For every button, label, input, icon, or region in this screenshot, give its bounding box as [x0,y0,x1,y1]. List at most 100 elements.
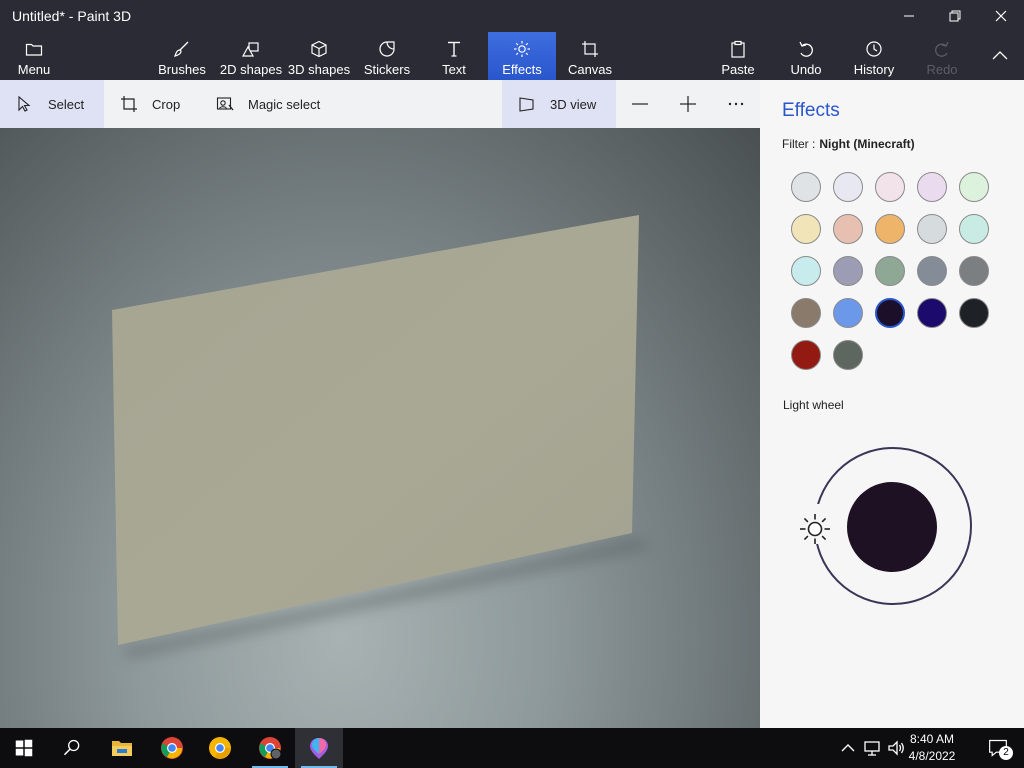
history-button[interactable]: History [846,32,902,80]
system-clock[interactable]: 8:40 AM 4/8/2022 [902,731,962,765]
menu-label: Menu [17,62,51,77]
magic-select-label: Magic select [248,96,321,112]
crop-tool[interactable]: Crop [104,80,194,128]
3d-view-label: 3D view [550,96,597,112]
3d-cube-icon [311,40,327,58]
undo-icon [799,41,813,57]
filter-swatch[interactable] [917,298,947,328]
chrome-button[interactable] [148,728,196,768]
redo-icon [935,41,949,57]
chrome-profile-button[interactable] [246,728,294,768]
windows-logo-icon [15,739,33,757]
filter-swatch[interactable] [917,172,947,202]
canvas-plane[interactable] [112,215,639,645]
brush-icon [174,41,189,57]
window-title: Untitled* - Paint 3D [12,8,132,24]
filter-swatch[interactable] [875,172,905,202]
chevron-up-icon [992,51,1008,60]
minimize-button[interactable] [889,4,929,28]
paste-button[interactable]: Paste [714,32,762,80]
filter-swatch-selected[interactable] [875,298,905,328]
brushes-button[interactable]: Brushes [154,32,210,80]
filter-swatch[interactable] [791,340,821,370]
canvas-icon [582,41,598,57]
3d-shapes-label: 3D shapes [287,62,351,77]
filter-swatch[interactable] [791,214,821,244]
brushes-label: Brushes [158,62,206,77]
effects-panel: Effects Filter : Night (Minecraft) Light … [760,80,1024,728]
filter-swatch[interactable] [959,298,989,328]
notification-count-badge: 2 [999,746,1013,760]
search-button[interactable] [48,728,96,768]
canvas-button[interactable]: Canvas [564,32,616,80]
magic-select-tool[interactable]: Magic select [200,80,340,128]
redo-button[interactable]: Redo [918,32,966,80]
more-dots-icon [728,102,744,106]
select-label: Select [48,96,85,112]
paste-label: Paste [721,62,755,77]
restore-button[interactable] [935,4,975,28]
chrome-canary-button[interactable] [196,728,244,768]
3d-canvas-viewport[interactable] [0,128,760,728]
select-tool[interactable]: Select [0,80,104,128]
folder-app-icon [112,741,132,756]
filter-swatch[interactable] [959,256,989,286]
light-handle-sun-icon[interactable] [798,512,832,546]
filter-swatch[interactable] [917,214,947,244]
2d-shapes-button[interactable]: 2D shapes [220,32,282,80]
history-clock-icon [866,41,882,57]
filter-swatch[interactable] [875,214,905,244]
filter-swatch[interactable] [875,256,905,286]
filter-swatch[interactable] [833,298,863,328]
sticker-icon [379,41,395,57]
filter-swatch[interactable] [959,214,989,244]
menu-button[interactable]: Menu [8,32,60,80]
3d-shapes-button[interactable]: 3D shapes [288,32,350,80]
filter-swatch[interactable] [833,256,863,286]
effects-label: Effects [502,62,542,77]
filter-swatch[interactable] [791,298,821,328]
more-options-button[interactable] [720,80,752,128]
close-button[interactable] [981,4,1021,28]
filter-swatch[interactable] [833,172,863,202]
filter-swatch[interactable] [833,340,863,370]
zoom-in-button[interactable] [672,80,704,128]
network-icon[interactable] [862,738,882,758]
stickers-label: Stickers [363,62,411,77]
notification-center-button[interactable]: 2 [976,728,1020,768]
paint3d-app-icon [310,738,328,759]
light-wheel-center [847,482,937,572]
plus-icon [680,96,696,112]
filter-swatch[interactable] [917,256,947,286]
folder-icon [25,43,43,56]
magic-select-icon [216,97,234,111]
paint3d-taskbar-button[interactable] [295,728,343,768]
3d-view-toggle[interactable]: 3D view [502,80,616,128]
file-explorer-button[interactable] [98,728,146,768]
undo-button[interactable]: Undo [782,32,830,80]
paint3d-window: Untitled* - Paint 3D Menu Brushes 2D sha… [0,0,1024,768]
chrome-icon [161,737,183,759]
text-label: Text [442,62,466,77]
chrome-canary-icon [209,737,231,759]
filter-swatch[interactable] [833,214,863,244]
effects-panel-title: Effects [782,100,840,121]
filter-swatch[interactable] [791,256,821,286]
collapse-ribbon-button[interactable] [980,44,1020,68]
close-icon [995,10,1007,22]
text-icon [448,41,460,57]
start-button[interactable] [0,728,48,768]
zoom-out-button[interactable] [624,80,656,128]
tool-bar: Select Crop Magic select 3D view [0,80,760,128]
history-label: History [853,62,895,77]
minus-icon [632,103,648,105]
filter-swatch[interactable] [791,172,821,202]
light-wheel-label: Light wheel [783,398,844,412]
2d-shapes-label: 2D shapes [219,62,283,77]
filter-swatch[interactable] [959,172,989,202]
show-hidden-icons-chevron-icon[interactable] [838,738,858,758]
effects-button[interactable]: Effects [488,32,556,80]
filter-label: Filter : [782,137,816,151]
text-button[interactable]: Text [430,32,478,80]
stickers-button[interactable]: Stickers [360,32,414,80]
